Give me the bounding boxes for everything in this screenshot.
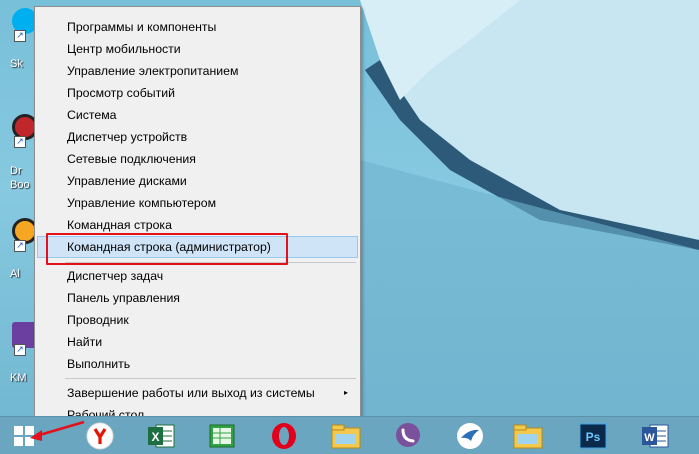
bird-app-icon [457,423,483,449]
taskbar-app-excel-viewer[interactable] [194,417,250,454]
opera-icon [272,423,296,449]
taskbar-app-file-explorer[interactable] [318,417,374,454]
taskbar-app-file-explorer-2[interactable] [500,417,556,454]
taskbar-app-excel[interactable]: X [133,417,189,454]
word-icon: W [642,424,669,448]
menu-item-run[interactable]: Выполнить [37,353,358,375]
excel-letter: X [151,430,159,444]
yandex-browser-icon [86,422,114,450]
photoshop-letters: Ps [586,430,601,444]
submenu-arrow-icon: ▸ [343,388,348,397]
taskbar-app-opera[interactable] [256,417,312,454]
desktop-icon-label: Al [10,268,20,280]
excel-green-icon [209,424,235,448]
menu-item-device-manager[interactable]: Диспетчер устройств [37,126,358,148]
shortcut-arrow-icon: ↗ [14,30,26,42]
desktop-icon-label: KM [10,372,27,384]
menu-separator [65,378,356,379]
file-explorer-icon [513,424,543,449]
menu-item-programs-and-features[interactable]: Программы и компоненты [37,16,358,38]
word-letter: W [644,432,655,444]
taskbar-app-photoshop[interactable]: Ps [565,417,621,454]
winx-context-menu: Программы и компоненты Центр мобильности… [34,6,361,428]
shortcut-arrow-icon: ↗ [14,136,26,148]
menu-item-computer-management[interactable]: Управление компьютером [37,192,358,214]
photoshop-icon: Ps [579,423,607,449]
menu-item-disk-management[interactable]: Управление дисками [37,170,358,192]
menu-item-power-options[interactable]: Управление электропитанием [37,60,358,82]
menu-item-task-manager[interactable]: Диспетчер задач [37,265,358,287]
file-explorer-icon [331,424,361,449]
desktop-icon-label: Sk [10,58,23,70]
menu-item-mobility-center[interactable]: Центр мобильности [37,38,358,60]
excel-icon: X [148,424,175,448]
menu-item-file-explorer[interactable]: Проводник [37,309,358,331]
taskbar-app-viber[interactable] [380,417,436,454]
red-arrow-annotation [30,420,85,441]
menu-item-search[interactable]: Найти [37,331,358,353]
taskbar-app-word[interactable]: W [627,417,683,454]
menu-item-network-connections[interactable]: Сетевые подключения [37,148,358,170]
taskbar: X Ps W [0,416,699,454]
shortcut-arrow-icon: ↗ [14,344,26,356]
menu-item-system[interactable]: Система [37,104,358,126]
desktop-icon-label: Dr Boo [10,165,30,191]
shortcut-arrow-icon: ↗ [14,240,26,252]
taskbar-app-bird[interactable] [442,417,498,454]
viber-icon [396,423,420,447]
menu-item-event-viewer[interactable]: Просмотр событий [37,82,358,104]
menu-item-shutdown-or-sign-out[interactable]: Завершение работы или выход из системы ▸ [37,382,358,404]
menu-item-control-panel[interactable]: Панель управления [37,287,358,309]
menu-item-label: Завершение работы или выход из системы [67,386,315,400]
highlight-annotation-box [46,233,288,265]
